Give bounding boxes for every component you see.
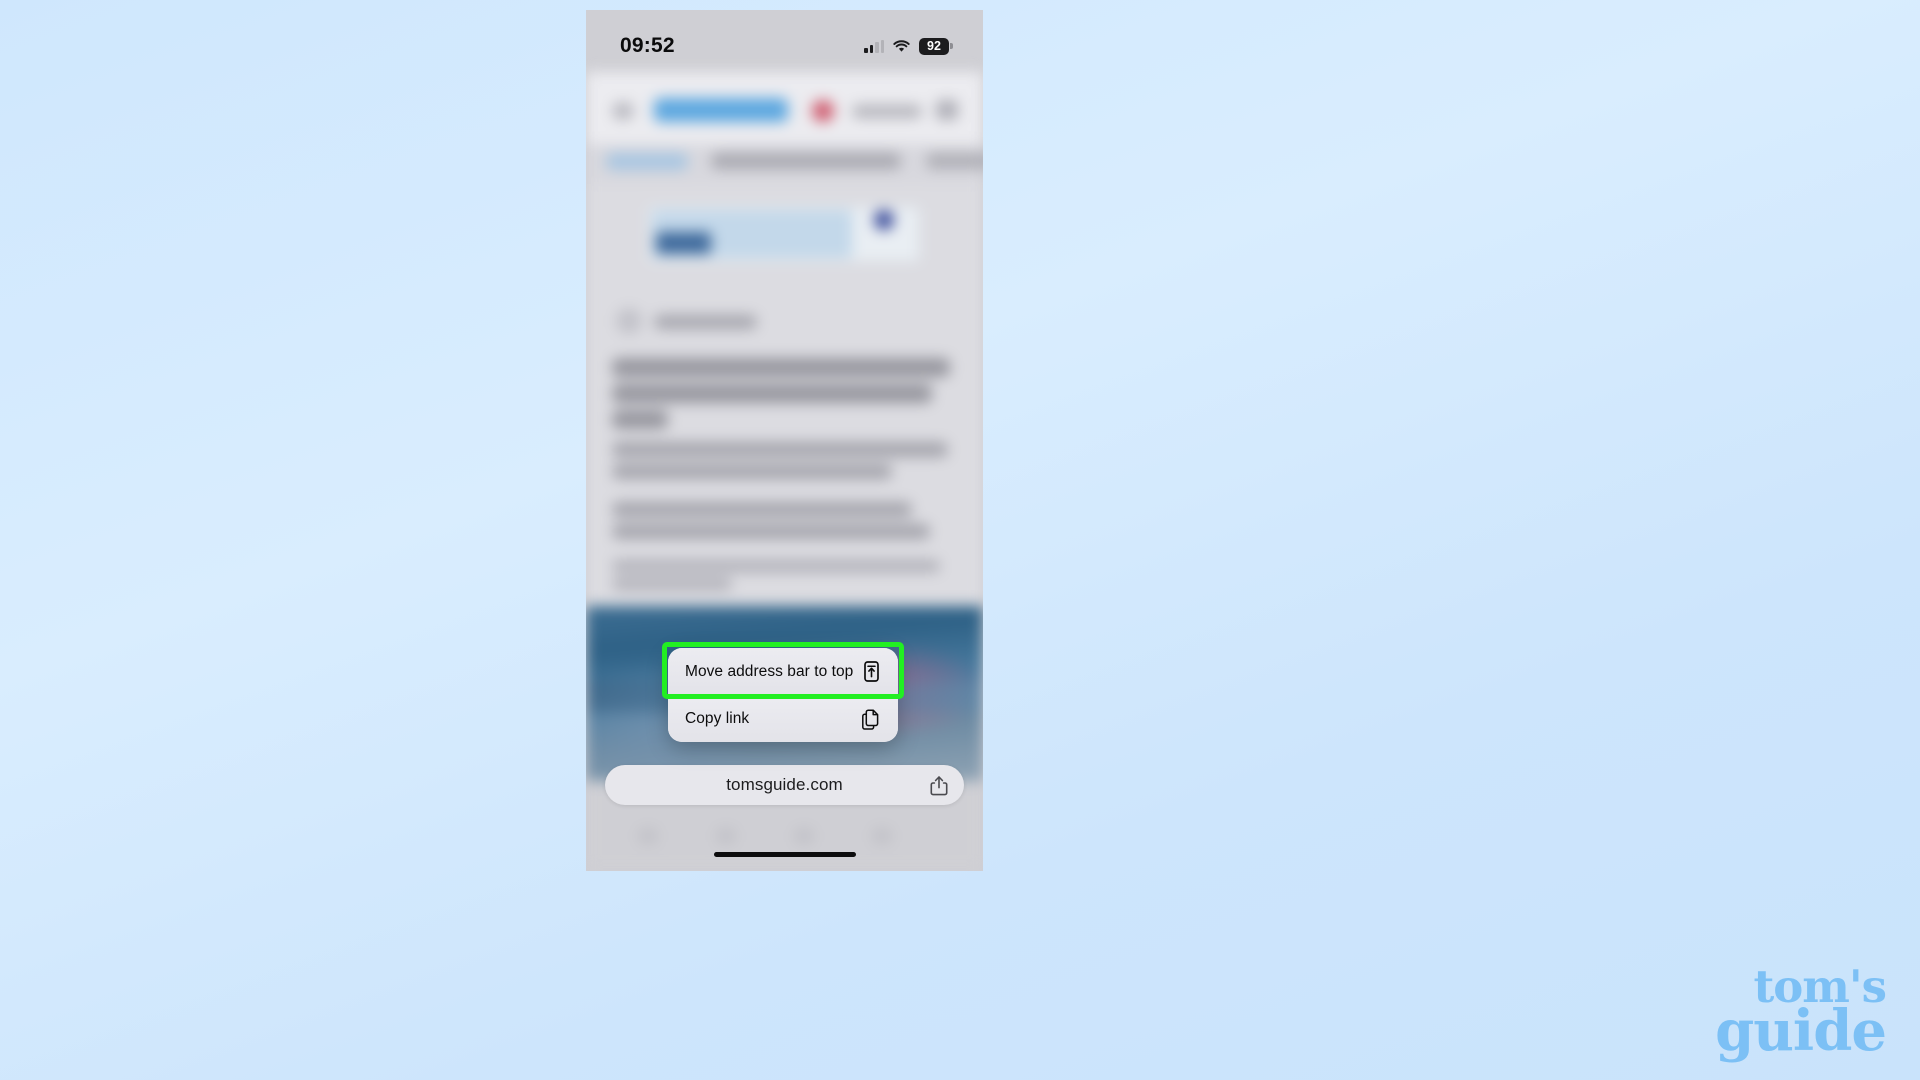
menu-item-label: Copy link (685, 710, 750, 727)
headline-line-blurred (612, 358, 950, 377)
address-bar-url: tomsguide.com (726, 775, 843, 794)
paragraph-line-blurred (612, 464, 892, 479)
wifi-icon (893, 39, 910, 53)
menu-item-label: Move address bar to top (685, 662, 854, 680)
status-bar-clock: 09:52 (620, 34, 675, 57)
nav-item-blurred (926, 153, 983, 169)
cellular-signal-icon (864, 39, 884, 53)
headline-line-blurred (612, 410, 668, 429)
headline-line-blurred (612, 384, 932, 403)
paragraph-line-blurred (612, 578, 732, 590)
toms-guide-watermark: tom's guide (1715, 964, 1887, 1064)
phone-screenshot: 09:52 92 Move address bar to top Copy li… (586, 10, 983, 871)
home-indicator (713, 851, 856, 857)
copy-documents-icon (861, 708, 881, 730)
byline-text-blurred (654, 315, 757, 329)
watermark-line-2: guide (1715, 997, 1887, 1064)
site-header-menu-blurred (936, 100, 958, 120)
paragraph-line-blurred (612, 442, 948, 457)
toolbar-glyph-blurred (638, 828, 658, 844)
battery-icon: 92 (919, 37, 953, 55)
promo-card-accent-blurred (874, 210, 894, 230)
paragraph-line-blurred (612, 524, 930, 539)
site-header-icon-blurred (612, 102, 634, 120)
toolbar-glyph-blurred (794, 828, 814, 844)
toolbar-glyph-blurred (716, 828, 736, 844)
author-avatar-blurred (616, 308, 642, 334)
site-logo-blurred (654, 98, 788, 122)
nav-item-active-blurred (606, 153, 688, 170)
address-bar[interactable]: tomsguide.com (605, 765, 964, 805)
status-bar-indicators: 92 (864, 37, 953, 55)
phone-arrow-up-icon (861, 661, 881, 683)
toolbar-glyph-blurred (872, 828, 892, 844)
paragraph-line-blurred (612, 502, 912, 517)
site-header-text-blurred (852, 105, 922, 118)
context-menu[interactable]: Move address bar to top Copy link (668, 648, 898, 742)
site-alert-dot-blurred (812, 100, 834, 122)
paragraph-line-blurred (612, 560, 940, 572)
nav-item-blurred (711, 153, 901, 169)
share-icon[interactable] (928, 773, 950, 797)
status-bar: 09:52 92 (586, 10, 983, 72)
menu-item-copy-link[interactable]: Copy link (668, 695, 898, 742)
menu-item-move-address-bar-to-top[interactable]: Move address bar to top (668, 648, 898, 695)
promo-card-badge-blurred (656, 232, 711, 254)
